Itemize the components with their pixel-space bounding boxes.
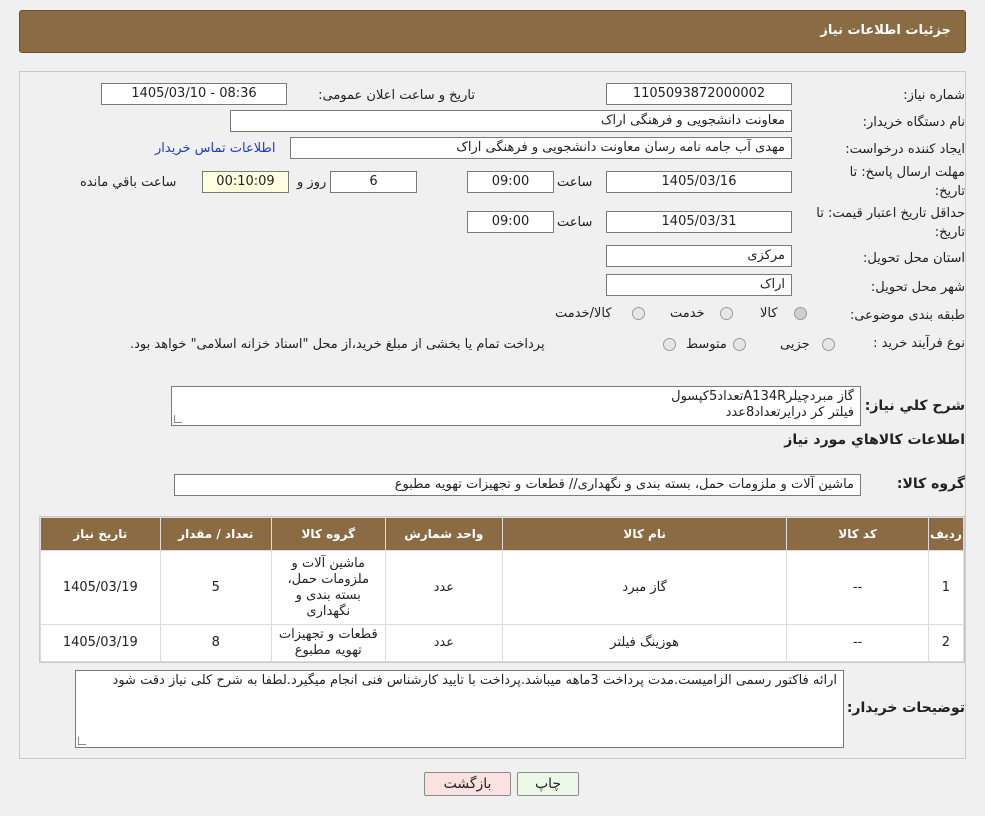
cell-item-code: -- (787, 551, 928, 624)
validity-date-field: 1405/03/31 (606, 211, 792, 233)
col-quantity: تعداد / مقدار (160, 518, 272, 550)
cell-unit: عدد (385, 625, 503, 661)
cell-need-date: 1405/03/19 (41, 551, 160, 624)
purchase-radio-treasury[interactable] (663, 338, 676, 351)
cell-row-number: 1 (928, 551, 963, 624)
purchase-radio-medium[interactable] (733, 338, 746, 351)
cell-need-date: 1405/03/19 (41, 625, 160, 661)
category-radio-goods[interactable] (794, 307, 807, 320)
validity-time-field: 09:00 (467, 211, 554, 233)
days-remaining-field: 6 (330, 171, 417, 193)
creator-label: ایجاد کننده درخواست: (845, 142, 965, 157)
category-option-service: خدمت (670, 306, 705, 321)
resize-handle-icon[interactable] (174, 415, 182, 423)
table-row: 2 -- هوزینگ فیلتر عدد قطعات و تجهیزات ته… (41, 625, 963, 661)
time-remaining-field: 00:10:09 (202, 171, 289, 193)
buyer-org-field: معاونت دانشجویی و فرهنگی اراک (230, 110, 792, 132)
city-label: شهر محل تحویل: (870, 280, 965, 295)
goods-group-label: گروه کالا: (896, 476, 965, 492)
cell-item-name: هوزینگ فیلتر (503, 625, 787, 661)
col-item-name: نام کالا (503, 518, 787, 550)
category-radio-goods-service[interactable] (632, 307, 645, 320)
announce-date-label: تاریخ و ساعت اعلان عمومی: (318, 88, 475, 103)
cell-quantity: 5 (160, 551, 272, 624)
page-title: جزئیات اطلاعات نیاز (820, 23, 951, 38)
col-row-number: ردیف (928, 518, 963, 550)
purchase-radio-minor[interactable] (822, 338, 835, 351)
col-item-group: گروه کالا (272, 518, 385, 550)
items-table: ردیف کد کالا نام کالا واحد شمارش گروه کا… (40, 517, 964, 662)
time-remaining-label: ساعت باقي مانده (80, 175, 177, 190)
announce-date-field: 1405/03/10 - 08:36 (101, 83, 287, 105)
print-button[interactable]: چاپ (517, 772, 579, 796)
summary-label: شرح كلي نياز: (864, 398, 965, 414)
category-option-goods-service: کالا/خدمت (555, 306, 612, 321)
table-header-row: ردیف کد کالا نام کالا واحد شمارش گروه کا… (41, 518, 963, 550)
days-label: روز و (297, 175, 327, 190)
col-unit: واحد شمارش (385, 518, 503, 550)
goods-info-title: اطلاعات كالاهاي مورد نياز (784, 432, 965, 448)
page-header: جزئیات اطلاعات نیاز (19, 10, 966, 53)
cell-item-code: -- (787, 625, 928, 661)
deadline-time-label: ساعت (557, 175, 593, 190)
province-label: استان محل تحویل: (863, 251, 965, 266)
deadline-time-field: 09:00 (467, 171, 554, 193)
purchase-option-minor: جزیی (780, 337, 810, 352)
deadline-date-field: 1405/03/16 (606, 171, 792, 193)
items-table-container: ردیف کد کالا نام کالا واحد شمارش گروه کا… (39, 516, 965, 663)
buyer-notes-text: ارائه فاکتور رسمی الزامیست.مدت پرداخت 3م… (112, 673, 837, 688)
buyer-notes-textarea: ارائه فاکتور رسمی الزامیست.مدت پرداخت 3م… (75, 670, 844, 748)
province-field: مرکزی (606, 245, 792, 267)
category-label: طبقه بندی موضوعی: (849, 308, 965, 323)
deadline-label-line2: تاریخ: (934, 184, 965, 199)
col-need-date: تاریخ نیاز (41, 518, 160, 550)
col-item-code: کد کالا (787, 518, 928, 550)
buyer-contact-link[interactable]: اطلاعات تماس خریدار (155, 141, 275, 156)
deadline-label-line1: مهلت ارسال پاسخ: تا (849, 165, 965, 180)
cell-unit: عدد (385, 551, 503, 624)
city-field: اراک (606, 274, 792, 296)
summary-line-2: فیلتر کر درایرتعداد8عدد (725, 405, 854, 420)
cell-item-group: ماشین آلات و ملزومات حمل، بسته بندی و نگ… (272, 551, 385, 624)
validity-label-line1: حداقل تاریخ اعتبار قیمت: تا (816, 206, 965, 221)
table-row: 1 -- گاز مبرد عدد ماشین آلات و ملزومات ح… (41, 551, 963, 624)
validity-time-label: ساعت (557, 215, 593, 230)
buyer-org-label: نام دستگاه خریدار: (862, 115, 965, 130)
category-option-goods: کالا (760, 306, 778, 321)
goods-group-field: ماشین آلات و ملزومات حمل، بسته بندی و نگ… (174, 474, 861, 496)
back-button[interactable]: بازگشت (424, 772, 511, 796)
buyer-notes-label: توضیحات خریدار: (846, 700, 965, 716)
purchase-option-medium: متوسط (686, 337, 727, 352)
cell-item-name: گاز مبرد (503, 551, 787, 624)
purchase-note: پرداخت تمام یا بخشی از مبلغ خرید،از محل … (130, 337, 545, 352)
category-radio-service[interactable] (720, 307, 733, 320)
summary-textarea: گاز مبردچیلرA134Rتعداد5کپسول فیلتر کر در… (171, 386, 861, 426)
need-number-field: 1105093872000002 (606, 83, 792, 105)
summary-line-1: گاز مبردچیلرA134Rتعداد5کپسول (671, 389, 854, 404)
validity-label-line2: تاریخ: (934, 225, 965, 240)
need-number-label: شماره نیاز: (903, 88, 965, 103)
creator-field: مهدی آب جامه نامه رسان معاونت دانشجویی و… (290, 137, 792, 159)
purchase-type-label: نوع فرآیند خرید : (873, 336, 965, 351)
resize-handle-icon[interactable] (78, 737, 86, 745)
cell-item-group: قطعات و تجهیزات تهویه مطبوع (272, 625, 385, 661)
cell-quantity: 8 (160, 625, 272, 661)
cell-row-number: 2 (928, 625, 963, 661)
